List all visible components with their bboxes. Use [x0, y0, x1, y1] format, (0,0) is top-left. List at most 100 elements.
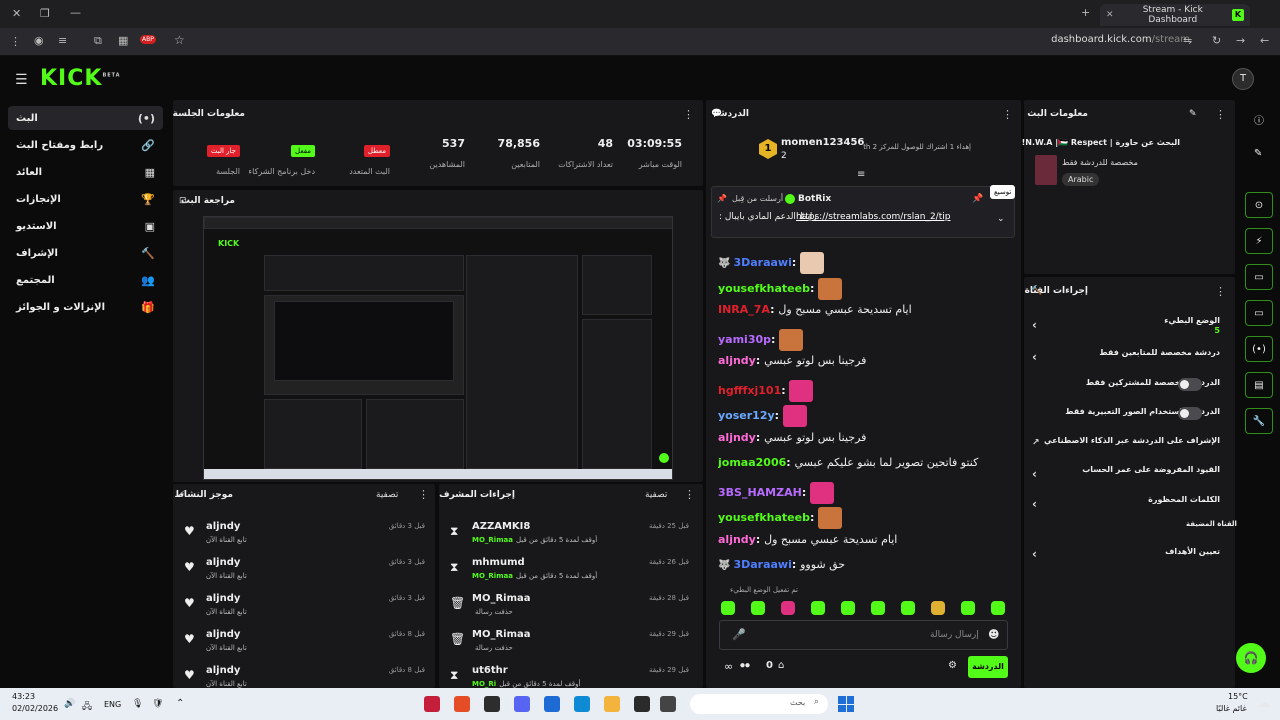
edit-pencil-icon[interactable]: ✎	[1189, 109, 1197, 119]
url-text[interactable]: dashboard.kick.com/stream	[1051, 34, 1190, 45]
channel-menu-icon[interactable]: ⋮	[1215, 285, 1226, 298]
chat-message[interactable]: 🐺 3Daraawi: حق شووو	[718, 558, 1012, 571]
sidebar-item-7[interactable]: 👥 المجتمع	[8, 268, 163, 292]
chat-username[interactable]: yousefkhateeb	[718, 511, 810, 524]
photoshop-icon[interactable]	[634, 696, 650, 712]
terminal-icon[interactable]	[484, 696, 500, 712]
chat-message[interactable]: hgfffxj101:	[718, 379, 1012, 402]
network-icon[interactable]: 🖧	[82, 699, 92, 715]
tray-chevron-icon[interactable]: ⌃	[176, 698, 184, 709]
chat-username[interactable]: 3Daraawi	[733, 558, 791, 571]
sidebar-item-5[interactable]: ▣ الاستديو	[8, 214, 163, 238]
puzzle-icon[interactable]: ⧉	[94, 34, 102, 48]
mod-action-item[interactable]: 🗑 MO_Rimaa حذفت رسالة قبل 28 دقيقة	[442, 590, 697, 622]
chat-username[interactable]: 3BS_HAMZAH	[718, 486, 802, 499]
broadcast-icon[interactable]: (•)	[1245, 336, 1273, 362]
pencil-rail-icon[interactable]: ✎	[1254, 148, 1262, 159]
shield-tray-icon[interactable]: 🛡	[152, 699, 163, 709]
channel-action-row[interactable]: الدردشة باستخدام الصور التعبيرية فقط	[1030, 405, 1230, 431]
grid-icon[interactable]: ▦	[118, 34, 128, 47]
mod-by[interactable]: MO_Rimaa	[472, 536, 513, 544]
chat-username[interactable]: INRA_7A	[718, 303, 770, 316]
mod-action-item[interactable]: ⧗ mhmumd أوقف لمدة 5 دقائق من قبلMO_Rimaa ق…	[442, 554, 697, 586]
obs-icon[interactable]	[424, 696, 440, 712]
toggle-switch[interactable]	[1178, 378, 1202, 391]
mic-icon[interactable]: 🎤	[732, 628, 746, 641]
chat-username[interactable]: aljndy	[718, 431, 756, 444]
sidebar-item-8[interactable]: 🎁 الإنزالات و الجوائز	[8, 295, 163, 319]
layout-icon[interactable]: ▤	[1245, 372, 1273, 398]
sidebar-item-2[interactable]: 🔗 رابط ومفتاح البث	[8, 133, 163, 157]
sidebar-item-1[interactable]: (•) البث	[8, 106, 163, 130]
chat-username[interactable]: yami30p	[718, 333, 771, 346]
channel-action-row[interactable]: الوضع البطيء 5 ›	[1030, 314, 1230, 340]
chat-icon[interactable]: ▭	[1245, 300, 1273, 326]
chat-message[interactable]: 🐺 3Daraawi:	[718, 252, 1012, 274]
chat-message[interactable]: INRA_7A: ايام تسديحة عبسي مسبح ول	[718, 303, 1012, 316]
lightning-icon[interactable]: ⚡	[1245, 228, 1273, 254]
tab-close-icon[interactable]: ✕	[1106, 10, 1114, 20]
app-icon[interactable]	[544, 696, 560, 712]
chevron-down-icon[interactable]: ⌄	[997, 214, 1005, 224]
activity-menu-icon[interactable]: ⋮	[418, 488, 429, 501]
activity-filter-button[interactable]: تصفية	[376, 490, 398, 500]
session-menu-icon[interactable]: ⋮	[683, 108, 694, 121]
emote-button[interactable]	[841, 601, 855, 615]
emote-button[interactable]	[991, 601, 1005, 615]
hamburger-icon[interactable]: ☰	[15, 72, 28, 88]
chat-message[interactable]: aljndy: فرجينا بس لوتو عبسي	[718, 431, 1012, 444]
chat-message[interactable]: 3BS_HAMZAH:	[718, 481, 1012, 504]
chat-username[interactable]: hgfffxj101	[718, 384, 781, 397]
chat-message[interactable]: yousefkhateeb:	[718, 277, 1012, 300]
chat-username[interactable]: jomaa2006	[718, 456, 786, 469]
info-rail-icon[interactable]: ⓘ	[1254, 112, 1264, 127]
site-settings-icon[interactable]: ⇋	[1183, 34, 1192, 47]
chat-username[interactable]: yousefkhateeb	[718, 282, 810, 295]
channel-action-row[interactable]: الدردشة مخصصة للمشتركين فقط	[1030, 376, 1230, 402]
channel-action-row[interactable]: الإشراف على الدردشة عبر الذكاء الاصطناعي…	[1030, 434, 1230, 460]
leader-name[interactable]: momen123456	[781, 137, 864, 148]
extension-icon[interactable]: ◉	[34, 34, 44, 47]
kick-logo[interactable]: KICKBETA	[40, 66, 121, 91]
send-chat-button[interactable]: الدردشة	[968, 656, 1008, 678]
toggle-switch[interactable]	[1178, 407, 1202, 420]
chat-menu-icon[interactable]: ⋮	[1002, 108, 1013, 121]
chat-message[interactable]: yousefkhateeb:	[718, 507, 1012, 529]
chat-message[interactable]: aljndy: ايام تسديحة عبسي مسبح ول	[718, 533, 1012, 546]
chat-message[interactable]: jomaa2006: كنتو فاتحين تصوير لما بشو علي…	[718, 456, 1012, 469]
emote-button[interactable]	[781, 601, 795, 615]
new-tab-icon[interactable]: +	[1081, 6, 1090, 19]
folder-icon[interactable]	[604, 696, 620, 712]
mod-action-item[interactable]: 🗑 MO_Rimaa حذفت رسالة قبل 29 دقيقة	[442, 626, 697, 658]
wrench-icon[interactable]: 🔧	[1245, 408, 1273, 434]
volume-icon[interactable]: 🔊	[64, 699, 75, 709]
taskbar-search[interactable]	[690, 694, 828, 714]
activity-item[interactable]: ♥ aljndy تابع القناة الآن قبل 8 دقائق	[176, 626, 431, 658]
emote-button[interactable]	[931, 601, 945, 615]
sidebar-item-4[interactable]: 🏆 الإنجازات	[8, 187, 163, 211]
mod-action-item[interactable]: ⧗ ut6thr أوقف لمدة 5 دقائق من قبلMO_Ri قبل …	[442, 662, 697, 694]
chrome-icon[interactable]	[454, 696, 470, 712]
activity-item[interactable]: ♥ aljndy تابع القناة الآن قبل 8 دقائق	[176, 662, 431, 694]
chat-filter-icon[interactable]: ≡	[857, 169, 865, 180]
activity-item[interactable]: ♥ aljndy تابع القناة الآن قبل 3 دقائق	[176, 518, 431, 550]
sidebar-item-6[interactable]: 🔨 الإشراف	[8, 241, 163, 265]
mod-by[interactable]: MO_Ri	[472, 680, 496, 688]
language-indicator[interactable]: ENG	[104, 700, 121, 709]
chat-username[interactable]: 3Daraawi	[733, 256, 791, 269]
minimize-window-icon[interactable]: —	[70, 6, 81, 19]
menu-dots-icon[interactable]: ⋮	[10, 35, 21, 48]
chat-username[interactable]: aljndy	[718, 533, 756, 546]
activity-item[interactable]: ♥ aljndy تابع القناة الآن قبل 3 دقائق	[176, 554, 431, 586]
adblock-icon[interactable]: ABP	[140, 35, 156, 44]
category-name[interactable]: مخصصة للدردشة فقط	[1062, 158, 1138, 167]
widget-icon[interactable]	[660, 696, 676, 712]
chat-message[interactable]: aljndy: فرجينا بس لوتو عبسي	[718, 354, 1012, 367]
activity-item[interactable]: ♥ aljndy تابع القناة الآن قبل 3 دقائق	[176, 590, 431, 622]
tab-kick-dashboard[interactable]: ✕ Stream - Kick Dashboard K	[1100, 4, 1250, 26]
camera-icon[interactable]: ⊙	[1245, 192, 1273, 218]
emote-button[interactable]	[751, 601, 765, 615]
settings-gear-icon[interactable]: ⚙	[948, 660, 957, 671]
unpin-icon[interactable]: 📌	[972, 194, 983, 204]
document-icon[interactable]: ▭	[1245, 264, 1273, 290]
